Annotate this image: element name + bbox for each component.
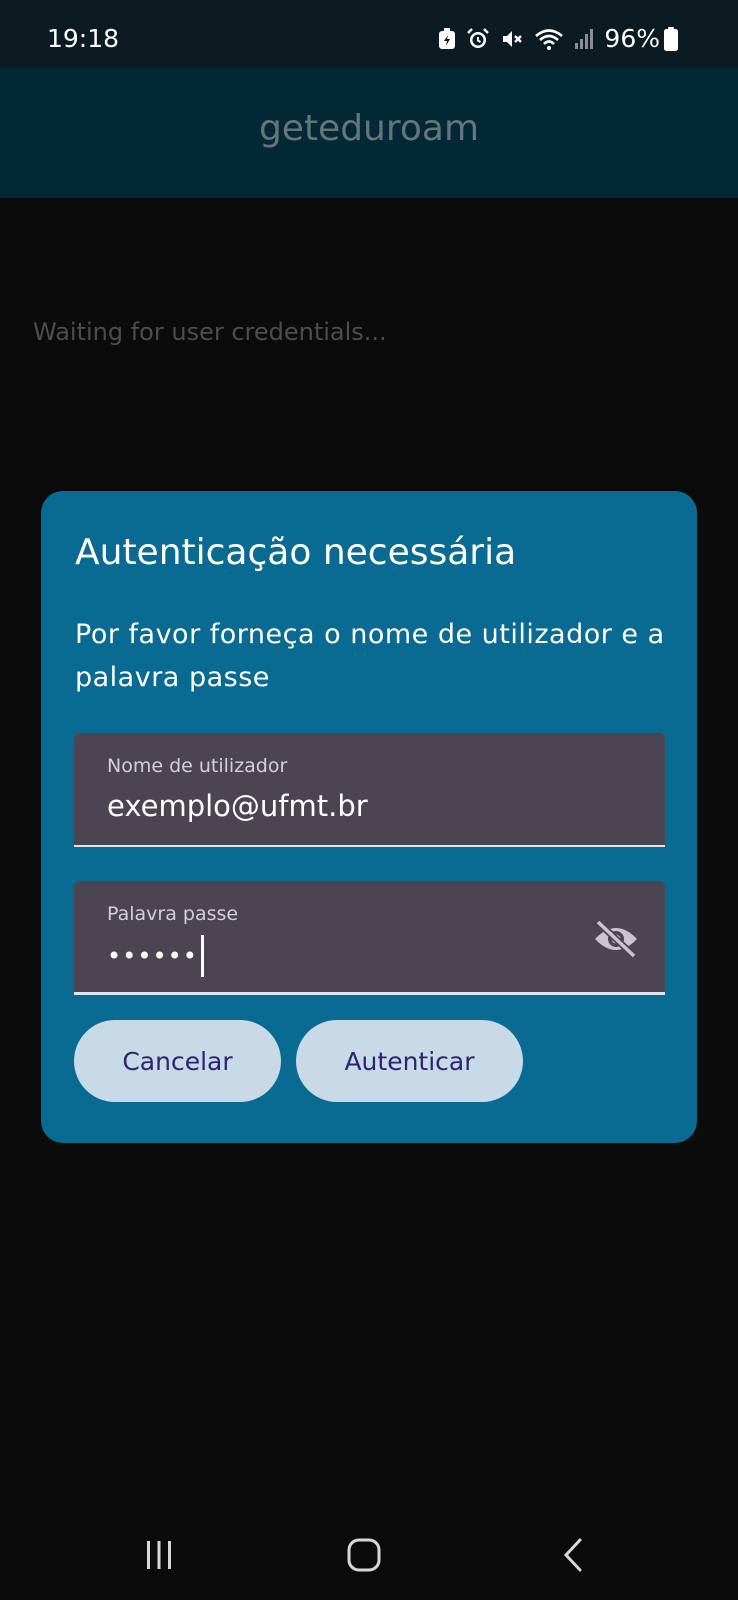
username-field[interactable]: Nome de utilizador — [74, 733, 665, 847]
password-masked-value: •••••• — [107, 942, 198, 970]
back-icon[interactable] — [543, 1530, 603, 1580]
home-icon[interactable] — [334, 1530, 394, 1580]
password-field[interactable]: Palavra passe •••••• — [74, 881, 665, 995]
connection-status-text: Waiting for user credentials... — [33, 318, 387, 346]
mute-icon — [500, 27, 524, 51]
authenticate-button[interactable]: Autenticar — [296, 1020, 523, 1102]
app-title: geteduroam — [258, 108, 480, 149]
signal-icon — [574, 28, 594, 50]
battery-percent: 96% — [604, 24, 660, 53]
dialog-message: Por favor forneça o nome de utilizador e… — [75, 619, 665, 693]
battery-icon — [664, 27, 678, 51]
app-bar: geteduroam — [0, 68, 738, 198]
battery-saver-icon — [438, 28, 456, 50]
wifi-icon — [534, 27, 564, 51]
visibility-off-icon[interactable] — [591, 917, 641, 961]
password-label: Palavra passe — [107, 903, 239, 925]
authentication-dialog: Autenticação necessária Por favor forneç… — [41, 491, 697, 1143]
recents-icon[interactable] — [129, 1530, 189, 1580]
dialog-title: Autenticação necessária — [75, 532, 517, 573]
status-icons: 96% — [438, 24, 738, 54]
username-label: Nome de utilizador — [107, 755, 288, 777]
status-time: 19:18 — [47, 24, 120, 53]
password-input[interactable]: •••••• — [107, 935, 204, 977]
status-bar: 19:18 96% — [0, 0, 738, 68]
text-cursor — [200, 935, 204, 977]
cancel-button[interactable]: Cancelar — [74, 1020, 281, 1102]
alarm-icon — [466, 27, 490, 51]
username-input[interactable] — [107, 789, 547, 823]
navigation-bar — [0, 1500, 738, 1600]
